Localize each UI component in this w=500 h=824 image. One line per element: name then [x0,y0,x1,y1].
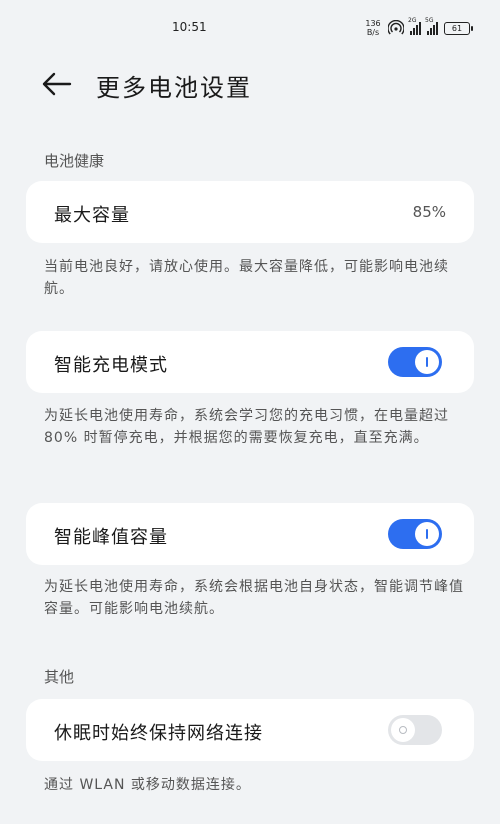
back-arrow-icon[interactable] [40,70,72,98]
smart-charging-toggle[interactable] [388,347,442,377]
page-header: 更多电池设置 [0,60,500,108]
max-capacity-card[interactable]: 最大容量 85% [26,181,474,243]
section-label-battery-health: 电池健康 [44,152,105,170]
smart-charging-title: 智能充电模式 [54,355,168,376]
sleep-network-card: 休眠时始终保持网络连接 [26,699,474,761]
toggle-knob [415,350,439,374]
signal-icon: 5G [425,17,438,35]
smart-peak-capacity-card: 智能峰值容量 [26,503,474,565]
network-speed-unit: B/s [366,28,380,37]
sleep-network-description: 通过 WLAN 或移动数据连接。 [44,777,251,793]
page-title: 更多电池设置 [96,74,252,102]
sleep-network-toggle[interactable] [388,715,442,745]
signal-icon: 2G [408,17,421,35]
network-speed: 136 B/s [364,19,382,37]
signal-2-label: 5G [425,17,434,24]
status-icons: 136 B/s 2G 5G 61 [364,16,473,40]
network-speed-value: 136 [365,19,381,28]
max-capacity-value: 85% [412,203,446,221]
battery-level: 61 [451,23,463,33]
max-capacity-title: 最大容量 [54,205,130,226]
status-bar: 10:51 136 B/s 2G 5G 61 [0,0,500,56]
smart-peak-capacity-description: 为延长电池使用寿命，系统会根据电池自身状态，智能调节峰值容量。可能影响电池续航。 [44,579,464,617]
toggle-knob [415,522,439,546]
sleep-network-title: 休眠时始终保持网络连接 [54,723,263,744]
smart-charging-card: 智能充电模式 [26,331,474,393]
smart-peak-capacity-toggle[interactable] [388,519,442,549]
status-time: 10:51 [172,20,207,34]
section-label-other: 其他 [44,668,75,686]
smart-peak-capacity-title: 智能峰值容量 [54,527,168,548]
battery-icon: 61 [444,21,473,35]
toggle-knob [391,718,415,742]
smart-charging-description: 为延长电池使用寿命，系统会学习您的充电习惯，在电量超过 80% 时暂停充电，并根… [44,408,449,446]
max-capacity-description: 当前电池良好，请放心使用。最大容量降低，可能影响电池续航。 [44,259,449,297]
hotspot-icon [388,20,404,35]
signal-1-label: 2G [408,17,417,24]
